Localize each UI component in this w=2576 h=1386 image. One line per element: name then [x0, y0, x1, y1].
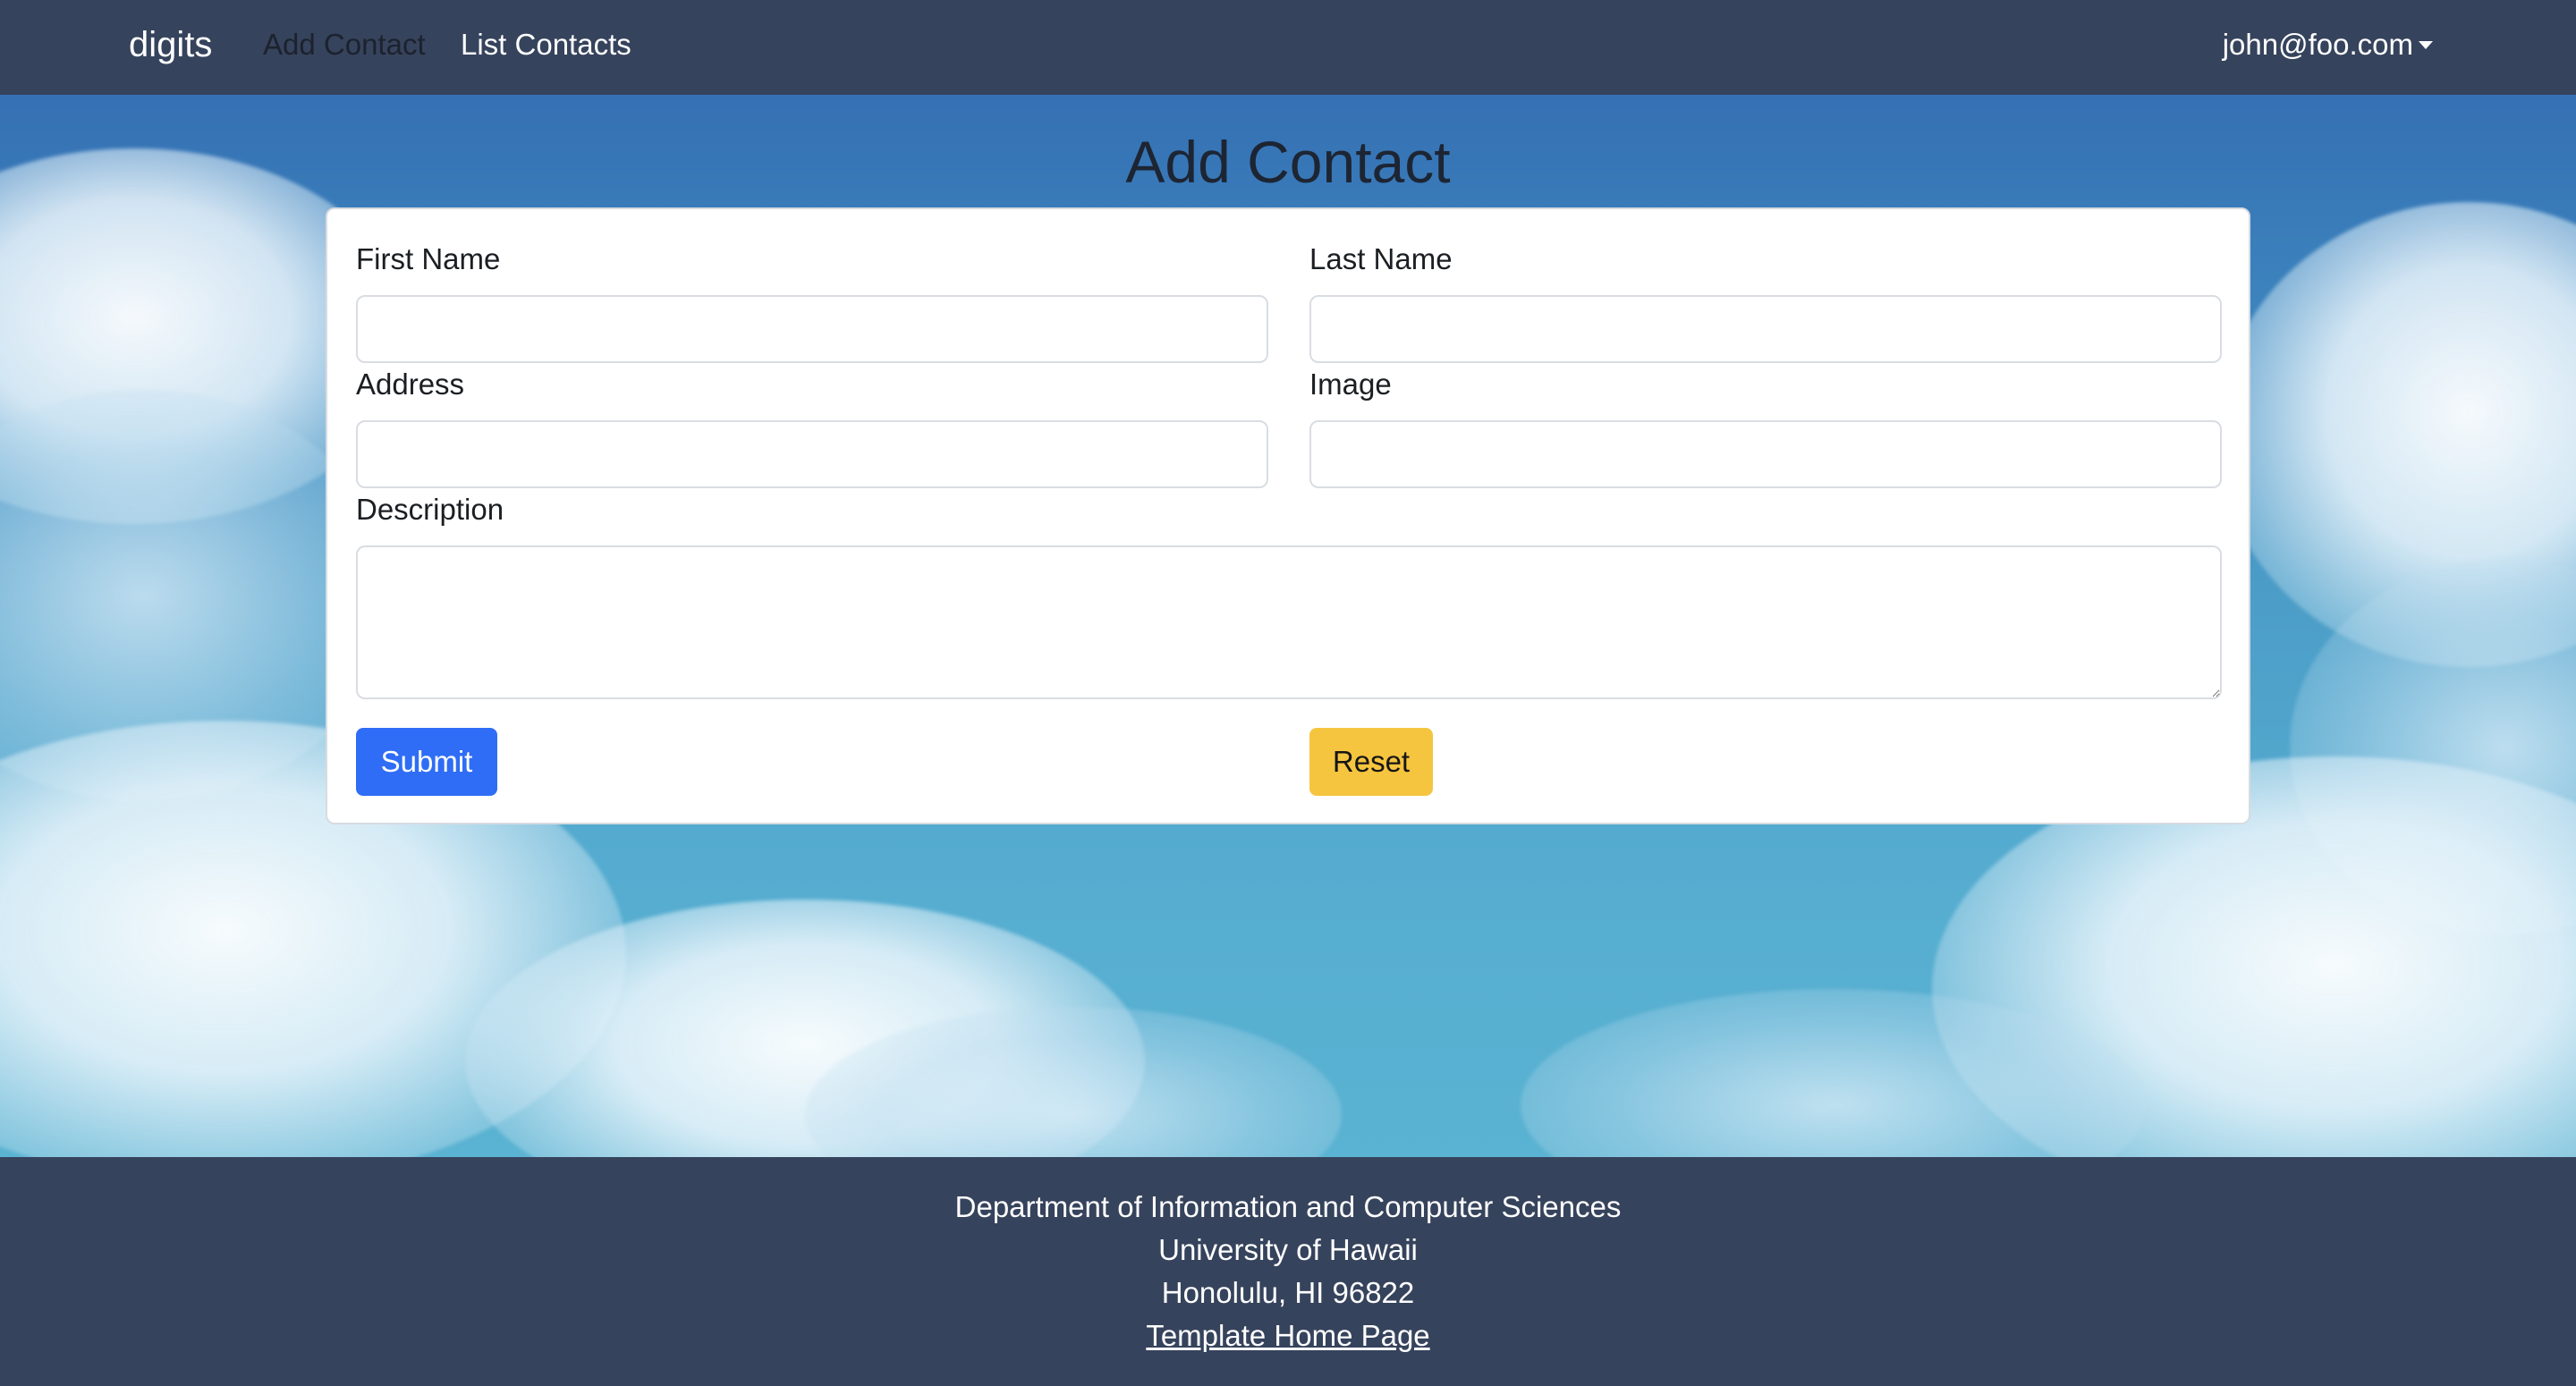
- template-home-link[interactable]: Template Home Page: [1146, 1319, 1429, 1352]
- brand-logo[interactable]: digits: [129, 21, 212, 68]
- description-label: Description: [356, 493, 504, 526]
- footer-link-row: Template Home Page: [0, 1314, 2576, 1357]
- footer-address: Honolulu, HI 96822: [1161, 1276, 1415, 1309]
- first-name-input[interactable]: [356, 295, 1268, 363]
- image-label: Image: [1309, 368, 1392, 401]
- submit-button[interactable]: Submit: [356, 728, 497, 796]
- description-textarea[interactable]: [356, 545, 2222, 699]
- image-input[interactable]: [1309, 420, 2222, 488]
- user-dropdown[interactable]: john@foo.com: [2223, 25, 2433, 64]
- last-name-input[interactable]: [1309, 295, 2222, 363]
- page-title: Add Contact: [1125, 129, 1451, 195]
- top-navbar: digits Add Contact List Contacts john@fo…: [0, 0, 2576, 95]
- reset-button[interactable]: Reset: [1309, 728, 1433, 796]
- footer-department: Department of Information and Computer S…: [954, 1190, 1622, 1223]
- add-contact-form: First Name Last Name Address Image Descr…: [326, 207, 2250, 824]
- user-email: john@foo.com: [2222, 28, 2413, 61]
- nav-link-add-contact[interactable]: Add Contact: [263, 25, 426, 64]
- sky-background: Add Contact First Name Last Name Address…: [0, 95, 2576, 1157]
- first-name-label: First Name: [356, 242, 501, 275]
- caret-down-icon: [2419, 40, 2433, 49]
- last-name-label: Last Name: [1309, 242, 1453, 275]
- nav-link-list-contacts[interactable]: List Contacts: [461, 25, 631, 64]
- footer-university: University of Hawaii: [1158, 1233, 1418, 1266]
- address-input[interactable]: [356, 420, 1268, 488]
- address-label: Address: [356, 368, 465, 401]
- page-footer: Department of Information and Computer S…: [0, 1157, 2576, 1386]
